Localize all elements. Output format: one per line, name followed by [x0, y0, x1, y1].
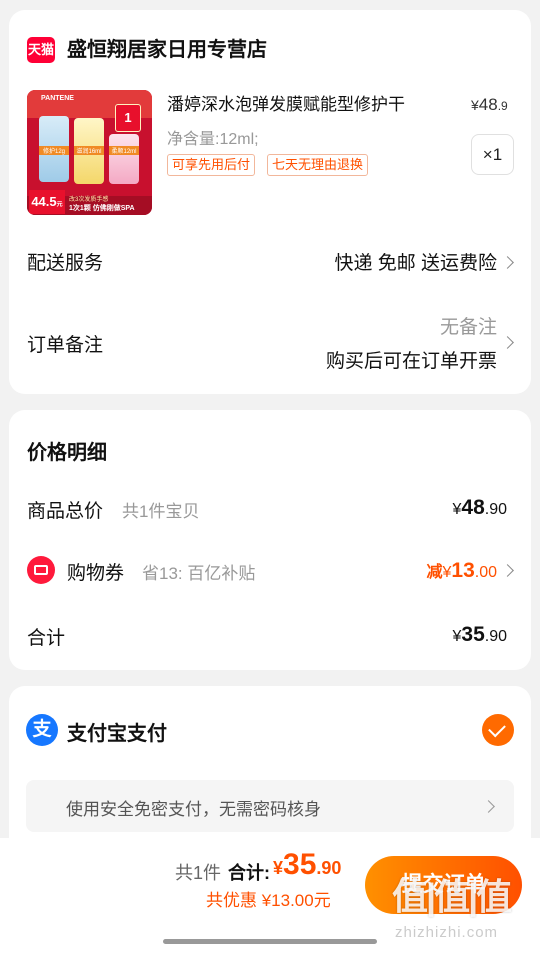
product-price-dec: .9 — [497, 99, 508, 113]
coupon-sub: 省13: 百亿补贴 — [142, 564, 256, 583]
promo-price-unit: 元 — [56, 202, 63, 208]
delivery-row[interactable]: 配送服务 快递 免邮 送运费险 — [9, 240, 531, 284]
tmall-badge-icon: 天猫 — [27, 37, 55, 63]
remark-invoice-hint: 购买后可在订单开票 — [325, 351, 497, 372]
coupon-ticket-shape — [34, 565, 48, 575]
bottom-count: 共1件 — [175, 863, 222, 883]
sum-dec: .90 — [484, 628, 507, 645]
product-title[interactable]: 潘婷深水泡弹发膜赋能型修护干 — [167, 93, 467, 117]
product-image-caption-1: 改3次发质手感 — [69, 197, 109, 203]
watermark-logo: 值|值|值 — [392, 876, 512, 917]
coupon-prefix: 减 — [426, 564, 443, 581]
coupon-dec: .00 — [474, 564, 497, 581]
product-image-brand: PANTENE — [41, 95, 74, 102]
bottom-bar: 共1件 合计: ¥35.90 共优惠 ¥13.00元 提交订单 值|值|值 zh… — [0, 838, 540, 954]
remark-placeholder: 无备注 — [439, 317, 497, 338]
goods-total-int: 48 — [461, 496, 485, 519]
alipay-icon: 支 — [26, 714, 58, 746]
watermark-url: zhizhizhi.com — [395, 924, 499, 941]
product-jar-label-2: 滋润16ml — [74, 146, 104, 155]
goods-total-dec: .90 — [484, 501, 507, 518]
product-image-promo-price: 44.5元 — [29, 190, 65, 214]
product-image-caption-2: 1次1颗 仿佛刚做SPA — [69, 205, 135, 212]
coupon-ticket-icon — [27, 556, 55, 584]
secure-pay-hint-row[interactable]: 使用安全免密支付，无需密码核身 — [26, 780, 514, 832]
order-card: 天猫 盛恒翔居家日用专营店 PANTENE 1 修护12g 滋润16ml 柔顺1… — [9, 10, 531, 394]
secure-pay-chevron-icon — [482, 800, 495, 813]
product-price-symbol: ¥ — [471, 97, 479, 113]
bottom-total-symbol: ¥ — [273, 858, 284, 878]
goods-total-price: ¥48.90 — [452, 496, 507, 520]
coupon-label: 购物券 — [67, 563, 125, 584]
bottom-total-int: 35 — [283, 848, 317, 881]
secure-pay-hint: 使用安全免密支付，无需密码核身 — [66, 800, 321, 819]
promo-price-value: 44.5 — [31, 194, 57, 209]
bottom-discount: 共优惠 ¥13.00元 — [206, 891, 331, 910]
delivery-value: 快递 免邮 送运费险 — [334, 253, 497, 274]
check-mark — [488, 719, 506, 738]
product-jar-label-3: 柔顺12ml — [109, 146, 139, 155]
price-detail-card: 价格明细 商品总价 共1件宝贝 ¥48.90 购物券 省13: 百亿补贴 减¥1… — [9, 410, 531, 670]
home-indicator — [163, 939, 377, 944]
alipay-label: 支付宝支付 — [67, 723, 167, 745]
price-detail-title: 价格明细 — [27, 442, 107, 464]
product-image[interactable]: PANTENE 1 修护12g 滋润16ml 柔顺12ml 44.5元 改3次发… — [27, 90, 152, 215]
sum-int: 35 — [461, 623, 485, 646]
sum-label: 合计 — [27, 628, 66, 649]
payment-alipay-row[interactable]: 支 支付宝支付 — [9, 708, 531, 752]
alipay-selected-check-icon[interactable] — [482, 714, 514, 746]
bottom-total-label: 合计: — [228, 863, 270, 883]
remark-row[interactable]: 订单备注 无备注 购买后可在订单开票 — [9, 308, 531, 378]
bottom-total-price: ¥35.90 — [273, 848, 341, 882]
shop-name[interactable]: 盛恒翔居家日用专营店 — [67, 36, 267, 64]
goods-total-label: 商品总价 — [27, 501, 104, 522]
coupon-int: 13 — [451, 559, 475, 582]
product-image-promo-flag: 1 — [115, 104, 141, 132]
coupon-row[interactable]: 购物券 省13: 百亿补贴 减¥13.00 — [9, 548, 531, 592]
tag-pay-later: 可享先用后付 — [167, 154, 256, 176]
delivery-chevron-icon — [501, 256, 514, 269]
coupon-discount: 减¥13.00 — [426, 558, 497, 583]
tag-seven-day-return: 七天无理由退换 — [267, 154, 369, 176]
delivery-label: 配送服务 — [27, 253, 104, 274]
remark-label: 订单备注 — [27, 335, 104, 356]
quantity-stepper[interactable]: ×1 — [471, 134, 514, 175]
sum-price: ¥35.90 — [452, 623, 507, 647]
product-spec[interactable]: 净含量:12ml; — [167, 125, 259, 149]
product-jar-pink — [109, 134, 139, 184]
goods-total-sub: 共1件宝贝 — [122, 502, 200, 521]
coupon-chevron-icon — [501, 564, 514, 577]
product-price-int: 48 — [478, 95, 498, 114]
remark-chevron-icon — [501, 336, 514, 349]
product-jar-label-1: 修护12g — [39, 146, 69, 155]
product-price: ¥48.9 — [471, 95, 508, 115]
bottom-total-dec: .90 — [316, 858, 342, 878]
